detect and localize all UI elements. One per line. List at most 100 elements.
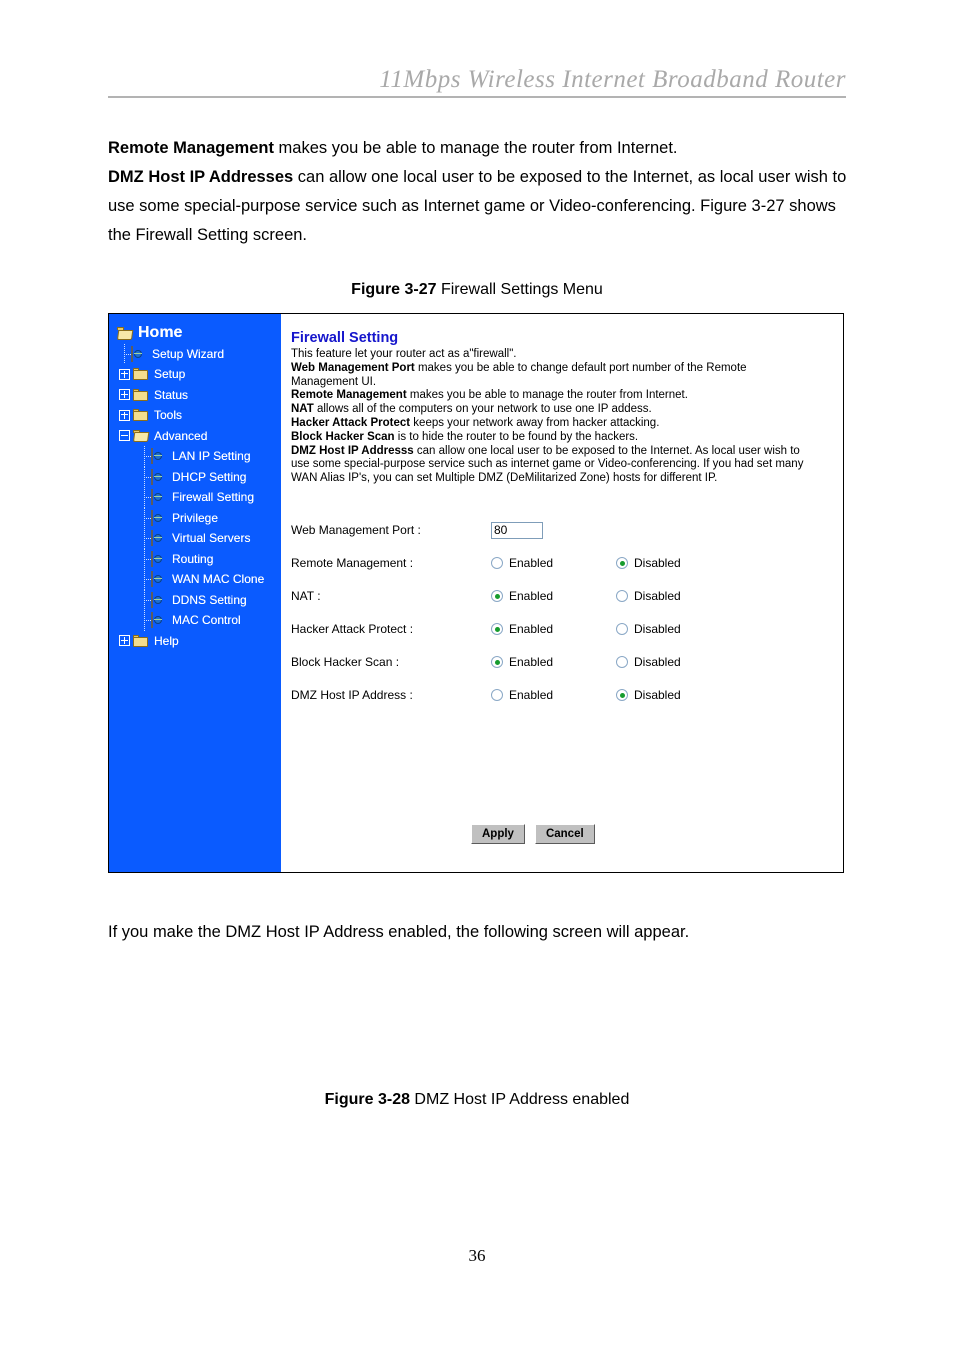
sidebar-item-label: Setup	[154, 367, 186, 382]
page-globe-icon-glyph	[151, 489, 153, 506]
hacker-attack-protect-enabled-radio[interactable]	[491, 623, 503, 636]
collapse-minus-icon[interactable]	[119, 430, 130, 442]
sidebar-item-label: Help	[154, 633, 179, 648]
tree-connector	[139, 610, 151, 631]
dmz-host-ip-address-disabled-option[interactable]: Disabled	[616, 688, 741, 702]
tree-connector	[139, 507, 151, 529]
nat-enabled-radio[interactable]	[491, 590, 503, 603]
sidebar-item-virtual-servers[interactable]: Virtual Servers	[109, 528, 281, 549]
page-globe-icon-glyph	[151, 468, 153, 485]
web-management-port-input[interactable]	[491, 521, 543, 539]
sidebar-item-setup[interactable]: Setup	[109, 364, 281, 385]
open-folder-icon	[133, 429, 149, 443]
hacker-attack-protect-enabled-option[interactable]: Enabled	[491, 622, 616, 636]
block-hacker-scan-label: Block Hacker Scan :	[291, 655, 400, 670]
sidebar-item-label: WAN MAC Clone	[172, 572, 265, 587]
expand-plus-icon[interactable]	[119, 635, 130, 647]
block-hacker-scan-enabled-option[interactable]: Enabled	[491, 655, 616, 669]
remote-management-enabled-option[interactable]: Enabled	[491, 556, 616, 570]
page-globe-icon-glyph	[151, 571, 153, 588]
remote-management-disabled-radio[interactable]	[616, 557, 628, 570]
figure-328-caption: Figure 3-28 DMZ Host IP Address enabled	[0, 1091, 954, 1109]
radio-option-label: Disabled	[634, 622, 681, 637]
sidebar-item-ddns-setting[interactable]: DDNS Setting	[109, 589, 281, 611]
panel-title: Firewall Setting	[291, 330, 399, 346]
router-main-panel: Firewall Setting This feature let your r…	[281, 314, 843, 872]
remote-management-row: Remote Management : Enabled Disabled	[291, 547, 843, 580]
page-globe-icon	[151, 550, 167, 567]
sidebar-item-advanced[interactable]: Advanced	[109, 426, 281, 447]
page-globe-icon	[151, 448, 167, 465]
hacker-attack-protect-disabled-option[interactable]: Disabled	[616, 622, 741, 636]
expand-plus-icon[interactable]	[119, 368, 130, 380]
sidebar-item-mac-control[interactable]: MAC Control	[109, 610, 281, 631]
nat-enabled-option[interactable]: Enabled	[491, 589, 616, 603]
panel-description: This feature let your router act as a"fi…	[291, 348, 811, 486]
sidebar-item-wan-mac-clone[interactable]: WAN MAC Clone	[109, 569, 281, 590]
page-globe-icon-glyph	[151, 591, 153, 608]
desc-line: Web Management Port makes you be able to…	[291, 362, 811, 390]
page-globe-icon	[151, 509, 167, 526]
remote-management-enabled-radio[interactable]	[491, 557, 503, 570]
sidebar-item-dhcp-setting[interactable]: DHCP Setting	[109, 466, 281, 488]
radio-option-label: Disabled	[634, 688, 681, 703]
nat-disabled-radio[interactable]	[616, 590, 628, 603]
sidebar-item-firewall-setting[interactable]: Firewall Setting	[109, 487, 281, 508]
remote-management-disabled-option[interactable]: Disabled	[616, 556, 741, 570]
router-sidebar: Home Setup Wizard Setup Status Tools Advanced…	[109, 314, 281, 872]
sidebar-item-privilege[interactable]: Privilege	[109, 507, 281, 529]
radio-option-label: Enabled	[509, 688, 554, 703]
radio-option-label: Disabled	[634, 589, 681, 604]
block-hacker-scan-enabled-radio[interactable]	[491, 656, 503, 669]
sidebar-item-label: Setup Wizard	[152, 346, 225, 361]
page-number: 36	[468, 1246, 486, 1265]
desc-definition: keeps your network away from hacker atta…	[410, 416, 660, 429]
remote-management-label: Remote Management :	[291, 556, 414, 571]
sidebar-item-routing[interactable]: Routing	[109, 548, 281, 570]
closed-folder-icon	[133, 634, 149, 648]
cancel-button[interactable]: Cancel	[534, 824, 595, 844]
after-figure-paragraph: If you make the DMZ Host IP Address enab…	[108, 923, 690, 941]
nat-disabled-option[interactable]: Disabled	[616, 589, 741, 603]
intro-line-2: DMZ Host IP Addresses can allow one loca…	[108, 163, 848, 250]
sidebar-item-label: Routing	[172, 551, 214, 566]
desc-term: Remote Management	[291, 389, 407, 402]
tree-connector	[139, 466, 151, 488]
sidebar-item-label: Virtual Servers	[172, 531, 251, 546]
desc-line: Block Hacker Scan is to hide the router …	[291, 431, 811, 445]
page-globe-icon-glyph	[151, 530, 153, 547]
page-globe-icon	[151, 489, 167, 506]
sidebar-item-setup-wizard[interactable]: Setup Wizard	[109, 343, 281, 365]
block-hacker-scan-disabled-option[interactable]: Disabled	[616, 655, 741, 669]
nat-label: NAT :	[291, 589, 321, 604]
desc-term: Block Hacker Scan	[291, 430, 395, 443]
block-hacker-scan-disabled-radio[interactable]	[616, 656, 628, 669]
expand-plus-icon[interactable]	[119, 409, 130, 421]
sidebar-item-help[interactable]: Help	[109, 631, 281, 652]
page-globe-icon-glyph	[151, 509, 153, 526]
intro-paragraph: Remote Management makes you be able to m…	[108, 134, 848, 250]
sidebar-item-home[interactable]: Home	[109, 323, 281, 344]
radio-option-label: Enabled	[509, 622, 554, 637]
sidebar-item-tools[interactable]: Tools	[109, 405, 281, 426]
hacker-attack-protect-disabled-radio[interactable]	[616, 623, 628, 636]
tree-connector	[139, 446, 151, 467]
radio-option-label: Enabled	[509, 556, 554, 571]
dmz-host-ip-address-enabled-radio[interactable]	[491, 689, 503, 702]
page-globe-icon	[151, 591, 167, 608]
sidebar-item-label: Firewall Setting	[172, 490, 255, 505]
closed-folder-icon	[133, 388, 149, 402]
desc-definition: is to hide the router to be found by the…	[394, 430, 639, 443]
intro-bold-remote-management: Remote Management	[108, 139, 274, 157]
sidebar-item-lan-ip-setting[interactable]: LAN IP Setting	[109, 446, 281, 467]
dmz-host-ip-address-enabled-option[interactable]: Enabled	[491, 688, 616, 702]
desc-line: Hacker Attack Protect keeps your network…	[291, 417, 811, 431]
expand-plus-icon[interactable]	[119, 389, 130, 401]
navigation-tree: Home Setup Wizard Setup Status Tools Advanced…	[109, 323, 281, 651]
sidebar-item-status[interactable]: Status	[109, 385, 281, 406]
dmz-host-ip-address-disabled-radio[interactable]	[616, 689, 628, 702]
dmz-host-ip-address-label: DMZ Host IP Address :	[291, 688, 413, 703]
router-ui-screenshot: Home Setup Wizard Setup Status Tools Advanced…	[108, 313, 844, 873]
desc-line: Remote Management makes you be able to m…	[291, 389, 811, 403]
apply-button[interactable]: Apply	[471, 824, 525, 844]
